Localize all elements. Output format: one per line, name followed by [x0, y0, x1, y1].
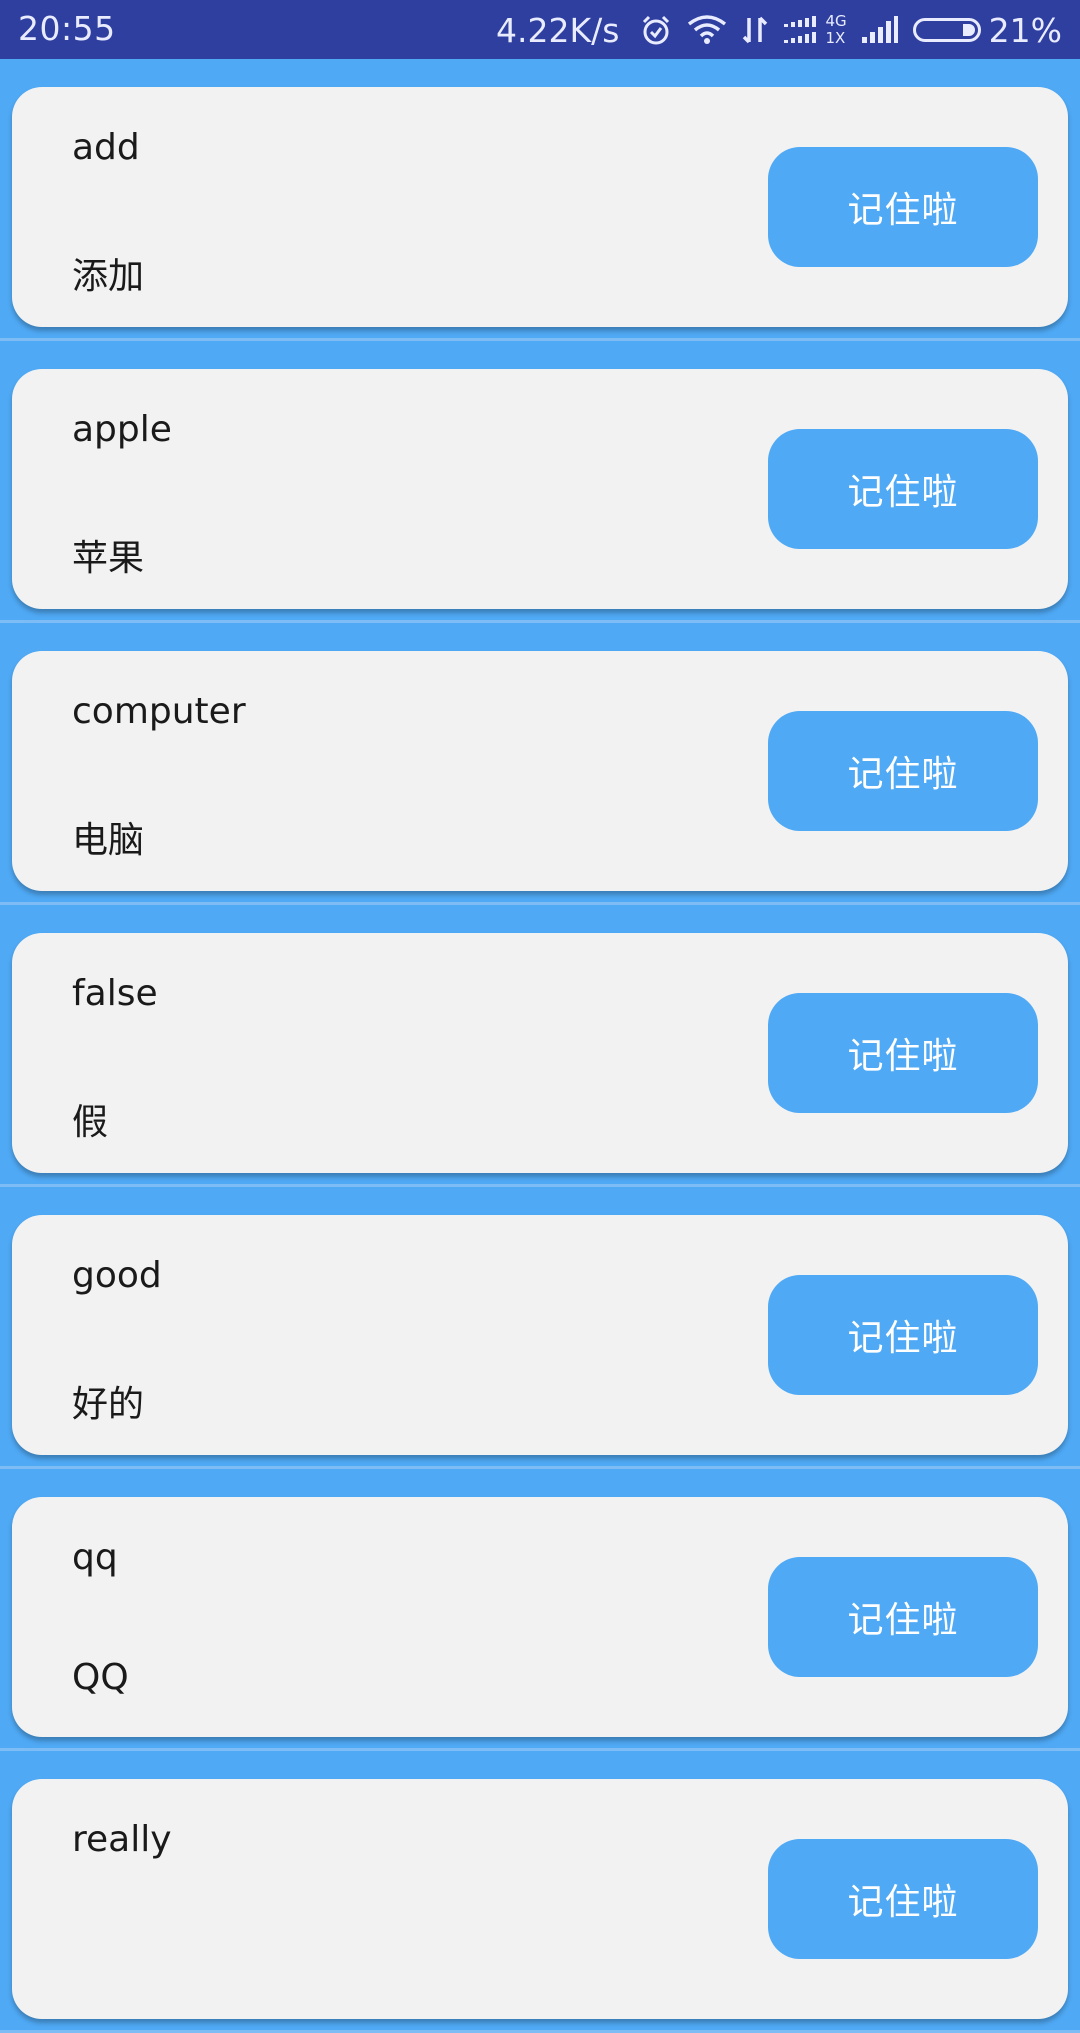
alarm-icon — [639, 13, 673, 47]
word-text: add — [72, 127, 140, 168]
meaning-text: 添加 — [72, 256, 145, 297]
word-card: good 好的 记住啦 — [12, 1215, 1068, 1455]
remember-button[interactable]: 记住啦 — [768, 1839, 1038, 1959]
word-card: apple 苹果 记住啦 — [12, 369, 1068, 609]
status-bar: 20:55 4.22K/s 4G 1X 21% — [0, 0, 1080, 59]
list-item: apple 苹果 记住啦 — [0, 341, 1080, 623]
word-card: false 假 记住啦 — [12, 933, 1068, 1173]
word-text: false — [72, 973, 158, 1014]
battery-icon — [912, 18, 981, 42]
word-list: add 添加 记住啦 apple 苹果 记住啦 computer 电脑 记住啦 … — [0, 59, 1080, 2033]
network-type-top: 4G — [825, 12, 847, 30]
meaning-text: 好的 — [72, 1384, 145, 1425]
list-item: qq QQ 记住啦 — [0, 1469, 1080, 1751]
battery-fill — [962, 24, 975, 36]
network-type-labels: 4G 1X — [825, 13, 846, 47]
wifi-icon — [687, 14, 727, 46]
word-text: apple — [72, 409, 172, 450]
remember-button[interactable]: 记住啦 — [768, 1557, 1038, 1677]
meaning-text: QQ — [72, 1657, 129, 1698]
word-card: add 添加 记住啦 — [12, 87, 1068, 327]
remember-button[interactable]: 记住啦 — [768, 711, 1038, 831]
signal-icon — [861, 15, 899, 45]
meaning-text: 苹果 — [72, 538, 145, 579]
list-item: false 假 记住啦 — [0, 905, 1080, 1187]
data-transfer-icon — [741, 14, 769, 46]
list-item: add 添加 记住啦 — [0, 59, 1080, 341]
word-card: qq QQ 记住啦 — [12, 1497, 1068, 1737]
list-item: computer 电脑 记住啦 — [0, 623, 1080, 905]
signal-4g-icon — [783, 15, 819, 45]
list-item: really 记住啦 — [0, 1751, 1080, 2033]
word-card: computer 电脑 记住啦 — [12, 651, 1068, 891]
word-text: computer — [72, 691, 246, 732]
remember-button[interactable]: 记住啦 — [768, 429, 1038, 549]
network-type-bottom: 1X — [825, 29, 846, 47]
remember-button[interactable]: 记住啦 — [768, 147, 1038, 267]
status-icons: 4.22K/s 4G 1X 21% — [496, 8, 1062, 52]
battery-indicator: 21% — [912, 10, 1062, 50]
word-text: good — [72, 1255, 162, 1296]
status-time: 20:55 — [18, 9, 116, 48]
word-text: really — [72, 1819, 172, 1860]
word-text: qq — [72, 1537, 118, 1578]
network-speed: 4.22K/s — [496, 10, 620, 50]
word-card: really 记住啦 — [12, 1779, 1068, 2019]
remember-button[interactable]: 记住啦 — [768, 993, 1038, 1113]
list-item: good 好的 记住啦 — [0, 1187, 1080, 1469]
meaning-text: 电脑 — [72, 820, 145, 861]
remember-button[interactable]: 记住啦 — [768, 1275, 1038, 1395]
meaning-text: 假 — [72, 1102, 109, 1143]
battery-percent: 21% — [988, 10, 1062, 50]
